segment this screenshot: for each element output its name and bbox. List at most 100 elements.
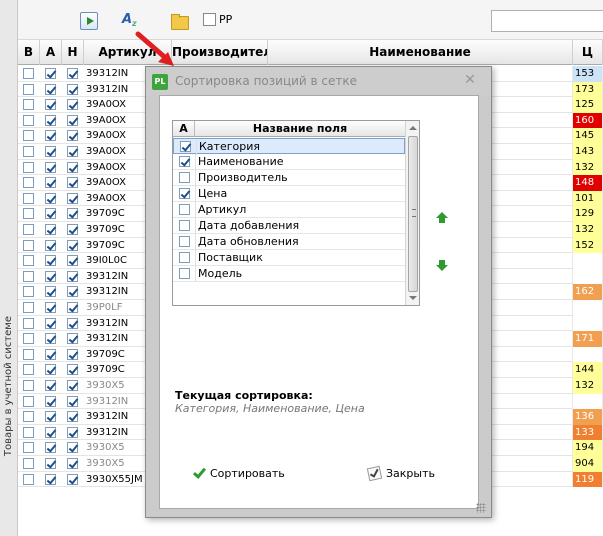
- resize-grip[interactable]: [476, 503, 486, 513]
- row-checkbox-v[interactable]: [23, 255, 34, 267]
- row-checkbox-a[interactable]: [45, 333, 56, 345]
- row-checkbox-a[interactable]: [45, 458, 56, 469]
- grid-column-header[interactable]: Наименование: [268, 40, 573, 65]
- row-checkbox-v[interactable]: [23, 130, 34, 142]
- row-checkbox-v[interactable]: [23, 317, 34, 329]
- field-row[interactable]: Поставщик: [173, 250, 405, 266]
- row-checkbox-n[interactable]: [67, 192, 78, 204]
- close-button[interactable]: Закрыть: [366, 465, 435, 483]
- row-checkbox-v[interactable]: [23, 411, 34, 423]
- row-checkbox-a[interactable]: [45, 270, 56, 282]
- row-checkbox-v[interactable]: [23, 192, 34, 204]
- row-checkbox-a[interactable]: [45, 286, 56, 298]
- row-checkbox-a[interactable]: [45, 473, 56, 485]
- row-checkbox-n[interactable]: [67, 302, 78, 313]
- field-row[interactable]: Категория: [173, 138, 405, 155]
- row-checkbox-a[interactable]: [45, 83, 56, 95]
- field-row[interactable]: Модель: [173, 266, 405, 282]
- field-checkbox[interactable]: [179, 220, 190, 231]
- row-checkbox-v[interactable]: [23, 99, 34, 111]
- row-checkbox-a[interactable]: [45, 68, 56, 79]
- field-checkbox[interactable]: [179, 156, 190, 167]
- field-checkbox[interactable]: [179, 188, 190, 199]
- row-checkbox-v[interactable]: [23, 286, 34, 298]
- row-checkbox-a[interactable]: [45, 161, 56, 173]
- row-checkbox-n[interactable]: [67, 317, 78, 329]
- folder-icon[interactable]: [170, 12, 189, 30]
- row-checkbox-n[interactable]: [67, 114, 78, 126]
- field-row[interactable]: Дата добавления: [173, 218, 405, 234]
- move-down-icon[interactable]: [435, 260, 449, 272]
- field-row[interactable]: Производитель: [173, 170, 405, 186]
- grid-column-header[interactable]: А: [40, 40, 62, 65]
- field-row[interactable]: Дата обновления: [173, 234, 405, 250]
- row-checkbox-a[interactable]: [45, 255, 56, 267]
- row-checkbox-v[interactable]: [23, 364, 34, 376]
- field-checkbox[interactable]: [179, 172, 190, 183]
- pp-checkbox[interactable]: [203, 13, 216, 26]
- row-checkbox-v[interactable]: [23, 458, 34, 469]
- row-checkbox-a[interactable]: [45, 177, 56, 189]
- field-checkbox[interactable]: [179, 268, 190, 279]
- row-checkbox-a[interactable]: [45, 302, 56, 313]
- row-checkbox-n[interactable]: [67, 270, 78, 282]
- row-checkbox-n[interactable]: [67, 348, 78, 360]
- row-checkbox-n[interactable]: [67, 364, 78, 376]
- row-checkbox-n[interactable]: [67, 68, 78, 79]
- field-checkbox[interactable]: [180, 141, 191, 152]
- scroll-thumb[interactable]: [408, 136, 418, 292]
- search-input[interactable]: [491, 10, 603, 32]
- row-checkbox-a[interactable]: [45, 426, 56, 438]
- row-checkbox-v[interactable]: [23, 177, 34, 189]
- row-checkbox-v[interactable]: [23, 83, 34, 95]
- row-checkbox-v[interactable]: [23, 380, 34, 391]
- row-checkbox-n[interactable]: [67, 239, 78, 251]
- row-checkbox-v[interactable]: [23, 473, 34, 485]
- row-checkbox-v[interactable]: [23, 426, 34, 438]
- row-checkbox-a[interactable]: [45, 146, 56, 157]
- row-checkbox-n[interactable]: [67, 442, 78, 454]
- row-checkbox-a[interactable]: [45, 317, 56, 329]
- row-checkbox-n[interactable]: [67, 380, 78, 391]
- row-checkbox-n[interactable]: [67, 161, 78, 173]
- scroll-up-icon[interactable]: [409, 126, 417, 130]
- row-checkbox-a[interactable]: [45, 380, 56, 391]
- row-checkbox-v[interactable]: [23, 68, 34, 79]
- row-checkbox-v[interactable]: [23, 348, 34, 360]
- row-checkbox-a[interactable]: [45, 411, 56, 423]
- row-checkbox-v[interactable]: [23, 270, 34, 282]
- row-checkbox-a[interactable]: [45, 442, 56, 454]
- row-checkbox-n[interactable]: [67, 286, 78, 298]
- row-checkbox-n[interactable]: [67, 458, 78, 469]
- row-checkbox-n[interactable]: [67, 224, 78, 235]
- row-checkbox-a[interactable]: [45, 208, 56, 220]
- row-checkbox-a[interactable]: [45, 395, 56, 407]
- row-checkbox-a[interactable]: [45, 364, 56, 376]
- row-checkbox-a[interactable]: [45, 130, 56, 142]
- field-row[interactable]: Артикул: [173, 202, 405, 218]
- field-row[interactable]: Цена: [173, 186, 405, 202]
- row-checkbox-a[interactable]: [45, 224, 56, 235]
- sort-button[interactable]: Сортировать: [192, 465, 285, 483]
- row-checkbox-v[interactable]: [23, 114, 34, 126]
- row-checkbox-n[interactable]: [67, 473, 78, 485]
- row-checkbox-v[interactable]: [23, 333, 34, 345]
- row-checkbox-v[interactable]: [23, 146, 34, 157]
- row-checkbox-n[interactable]: [67, 99, 78, 111]
- row-checkbox-v[interactable]: [23, 302, 34, 313]
- field-row[interactable]: Наименование: [173, 154, 405, 170]
- grid-column-header[interactable]: В: [18, 40, 40, 65]
- row-checkbox-a[interactable]: [45, 348, 56, 360]
- row-checkbox-n[interactable]: [67, 395, 78, 407]
- row-checkbox-n[interactable]: [67, 411, 78, 423]
- row-checkbox-n[interactable]: [67, 426, 78, 438]
- go-icon[interactable]: [80, 12, 98, 30]
- row-checkbox-a[interactable]: [45, 99, 56, 111]
- field-checkbox[interactable]: [179, 204, 190, 215]
- scroll-down-icon[interactable]: [409, 296, 417, 300]
- row-checkbox-n[interactable]: [67, 177, 78, 189]
- row-checkbox-v[interactable]: [23, 161, 34, 173]
- row-checkbox-v[interactable]: [23, 239, 34, 251]
- move-up-icon[interactable]: [435, 212, 449, 224]
- field-checkbox[interactable]: [179, 252, 190, 263]
